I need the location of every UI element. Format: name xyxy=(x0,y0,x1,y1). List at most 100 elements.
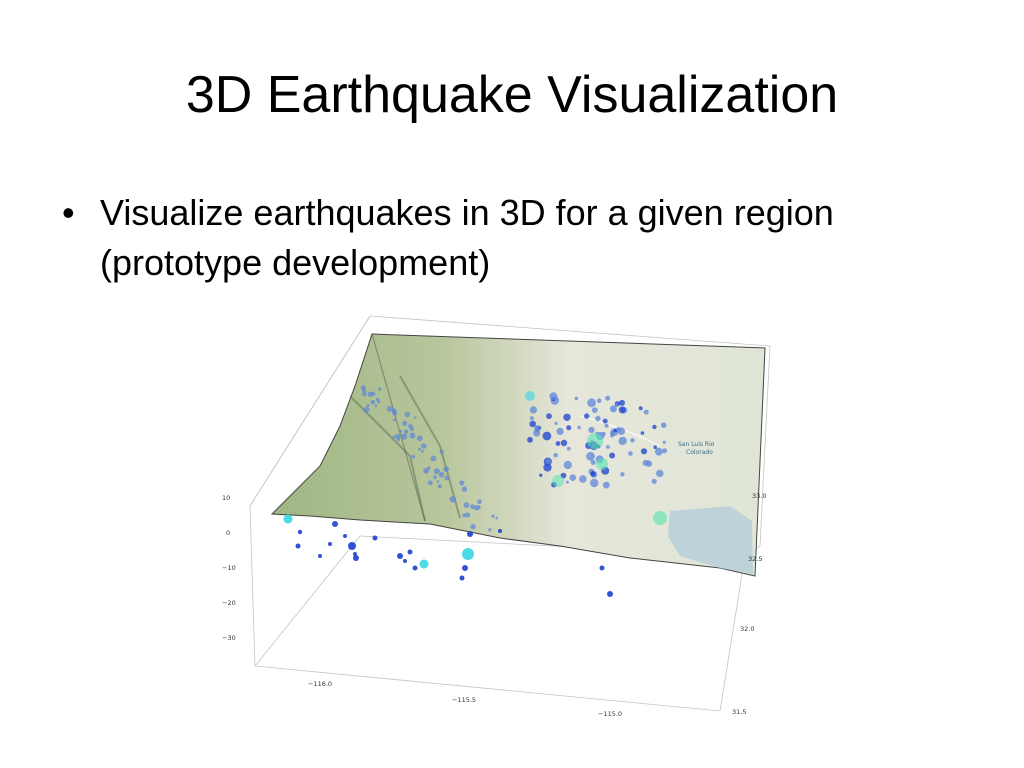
latitude-tick-label: 33.0 xyxy=(752,492,766,500)
earthquake-point xyxy=(403,559,407,563)
earthquake-point xyxy=(370,400,376,405)
earthquake-point xyxy=(397,553,403,559)
earthquake-point xyxy=(343,534,347,538)
earthquake-point xyxy=(392,410,396,414)
earthquake-point xyxy=(488,528,492,532)
earthquake-point xyxy=(565,480,569,484)
earthquake-point xyxy=(465,512,471,518)
earthquake-point xyxy=(462,548,474,560)
earthquake-point xyxy=(586,451,595,461)
latitude-tick-label: 32.5 xyxy=(748,555,762,563)
earthquake-point xyxy=(353,552,357,556)
earthquake-point xyxy=(645,460,652,467)
earthquake-point xyxy=(618,406,626,414)
earthquake-point xyxy=(542,431,552,441)
earthquake-point xyxy=(604,423,609,428)
longitude-tick-label: −115.5 xyxy=(452,696,476,704)
earthquake-point xyxy=(414,416,417,419)
earthquake-point xyxy=(386,405,393,412)
earthquake-point xyxy=(610,433,614,438)
earthquake-point xyxy=(607,591,613,597)
earthquake-3d-plot: San Luis Rio Colorado 10 0 −10 −20 −30 −… xyxy=(222,315,771,718)
earthquake-point xyxy=(529,406,537,414)
earthquake-point xyxy=(599,565,605,571)
earthquake-point xyxy=(353,555,359,561)
earthquake-point xyxy=(574,396,578,401)
longitude-tick-label: −115.0 xyxy=(598,710,622,718)
earthquake-point xyxy=(437,484,442,489)
earthquake-point xyxy=(430,455,437,462)
earthquake-point xyxy=(407,549,413,555)
earthquake-point xyxy=(470,504,476,510)
earthquake-point xyxy=(462,565,468,571)
bullet-list: • Visualize earthquakes in 3D for a give… xyxy=(62,188,962,288)
earthquake-point xyxy=(590,471,596,477)
earthquake-point xyxy=(545,457,553,465)
latitude-tick-label: 32.0 xyxy=(740,625,754,633)
earthquake-point xyxy=(495,516,499,520)
earthquake-point xyxy=(297,529,303,535)
earthquake-point xyxy=(436,480,440,483)
earthquake-point xyxy=(392,435,396,439)
earthquake-point xyxy=(443,466,449,472)
earthquake-point xyxy=(591,407,598,413)
earthquake-point xyxy=(530,416,534,420)
earthquake-point xyxy=(491,514,495,518)
earthquake-point xyxy=(587,398,596,408)
earthquake-point xyxy=(653,511,667,525)
bullet-item: • Visualize earthquakes in 3D for a give… xyxy=(62,188,962,288)
earthquake-point xyxy=(595,415,601,422)
earthquake-point xyxy=(459,575,465,581)
earthquake-point xyxy=(556,427,564,435)
bullet-text: Visualize earthquakes in 3D for a given … xyxy=(100,192,834,283)
earthquake-point xyxy=(433,468,440,475)
earthquake-point xyxy=(549,392,558,401)
earthquake-point xyxy=(409,432,416,439)
earthquake-point xyxy=(539,473,543,477)
earthquake-point xyxy=(470,523,476,530)
earthquake-point xyxy=(378,387,382,391)
earthquake-point xyxy=(463,502,470,508)
earthquake-point xyxy=(563,413,571,421)
earthquake-point xyxy=(318,554,322,558)
earthquake-point xyxy=(553,453,558,458)
earthquake-point xyxy=(404,411,411,418)
terrain-surface: San Luis Rio Colorado xyxy=(270,333,766,577)
earthquake-point xyxy=(640,448,648,455)
earthquake-point xyxy=(477,505,481,509)
earthquake-point xyxy=(408,423,413,429)
earthquake-point xyxy=(602,481,610,489)
earthquake-point xyxy=(653,445,657,449)
earthquake-point xyxy=(459,480,465,486)
earthquake-point xyxy=(554,421,558,425)
depth-tick-label: 10 xyxy=(222,494,230,502)
earthquake-point xyxy=(566,425,572,431)
earthquake-point xyxy=(628,451,633,456)
earthquake-point xyxy=(656,469,664,478)
earthquake-point xyxy=(525,391,535,401)
earthquake-point xyxy=(438,471,445,478)
earthquake-point xyxy=(433,475,437,480)
earthquake-point xyxy=(590,478,599,488)
earthquake-point xyxy=(399,429,403,433)
earthquake-point xyxy=(606,445,610,449)
earthquake-point xyxy=(295,543,301,549)
earthquake-point xyxy=(411,454,416,459)
earthquake-point xyxy=(366,404,370,407)
earthquake-point xyxy=(404,429,409,434)
earthquake-point xyxy=(590,460,596,465)
earthquake-point xyxy=(360,385,366,391)
depth-tick-label: −10 xyxy=(222,564,236,572)
earthquake-point xyxy=(332,521,338,527)
earthquake-point xyxy=(363,406,370,413)
map-label: Colorado xyxy=(686,449,713,456)
bullet-marker: • xyxy=(62,192,75,233)
earthquake-point xyxy=(602,418,608,424)
earthquake-point xyxy=(660,422,667,428)
earthquake-3d-figure: San Luis Rio Colorado 10 0 −10 −20 −30 −… xyxy=(200,306,800,726)
earthquake-point xyxy=(498,529,502,533)
earthquake-point xyxy=(419,559,429,569)
earthquake-point xyxy=(392,418,396,422)
earthquake-point xyxy=(620,472,625,477)
earthquake-point xyxy=(529,420,536,428)
